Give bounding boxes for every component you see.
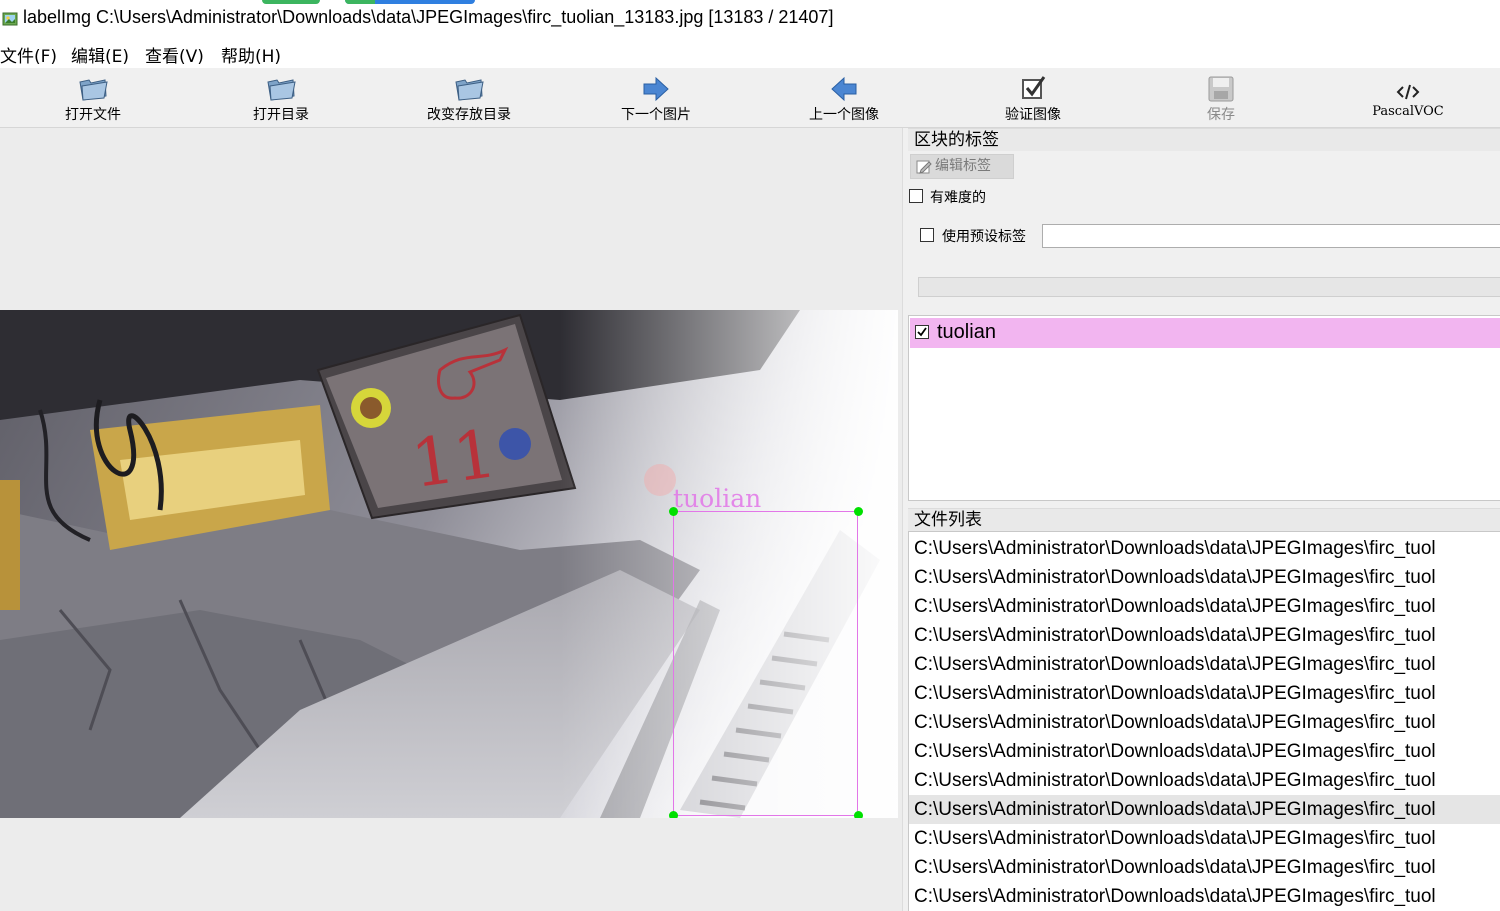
format-label: PascalVOC xyxy=(1372,104,1444,119)
file-list-item[interactable]: C:\Users\Administrator\Downloads\data\JP… xyxy=(909,824,1500,853)
open-dir-button[interactable]: 打开目录 xyxy=(221,68,341,126)
edit-label-text: 编辑标签 xyxy=(935,158,991,174)
file-list-item[interactable]: C:\Users\Administrator\Downloads\data\JP… xyxy=(909,766,1500,795)
change-save-dir-button[interactable]: 改变存放目录 xyxy=(409,68,529,126)
annotation-box[interactable] xyxy=(673,511,858,816)
annotation-vertex-top-right[interactable] xyxy=(854,507,863,516)
menu-help[interactable]: 帮助(H) xyxy=(221,42,281,67)
menu-bar: 文件(F) 编辑(E) 查看(V) 帮助(H) xyxy=(0,38,1500,68)
file-list-item-selected[interactable]: C:\Users\Administrator\Downloads\data\JP… xyxy=(909,795,1500,824)
folder-open-icon xyxy=(455,79,484,101)
open-file-label: 打开文件 xyxy=(65,107,121,123)
file-list-item[interactable]: C:\Users\Administrator\Downloads\data\JP… xyxy=(909,621,1500,650)
next-image-button[interactable]: 下一个图片 xyxy=(596,68,716,126)
annotation-label-text: tuolian xyxy=(673,484,762,513)
image-canvas[interactable]: 11 tuolian xyxy=(0,128,902,911)
file-list-item[interactable]: C:\Users\Administrator\Downloads\data\JP… xyxy=(909,563,1500,592)
next-image-label: 下一个图片 xyxy=(621,107,691,123)
arrow-right-icon xyxy=(643,76,669,102)
file-list-item[interactable]: C:\Users\Administrator\Downloads\data\JP… xyxy=(909,679,1500,708)
format-toggle-button[interactable]: PascalVOC xyxy=(1348,68,1468,126)
menu-file[interactable]: 文件(F) xyxy=(0,42,57,67)
edit-pen-icon xyxy=(916,160,932,174)
file-list-item[interactable]: C:\Users\Administrator\Downloads\data\JP… xyxy=(909,882,1500,911)
menu-view[interactable]: 查看(V) xyxy=(145,42,204,67)
annotation-vertex-bottom-left[interactable] xyxy=(669,811,678,818)
use-default-label-checkbox[interactable] xyxy=(920,228,934,242)
folder-open-icon xyxy=(267,79,296,101)
difficult-label: 有难度的 xyxy=(930,190,986,206)
save-label: 保存 xyxy=(1207,107,1235,123)
window-title: labelImg C:\Users\Administrator\Download… xyxy=(23,7,834,27)
file-panel-title: 文件列表 xyxy=(908,508,1500,531)
app-icon xyxy=(2,12,18,26)
check-mark-icon xyxy=(917,327,927,337)
file-list-item[interactable]: C:\Users\Administrator\Downloads\data\JP… xyxy=(909,853,1500,882)
menu-edit[interactable]: 编辑(E) xyxy=(71,42,129,67)
file-list-item[interactable]: C:\Users\Administrator\Downloads\data\JP… xyxy=(909,737,1500,766)
default-label-input[interactable] xyxy=(1042,224,1500,248)
save-button[interactable]: 保存 xyxy=(1161,68,1281,126)
verify-image-label: 验证图像 xyxy=(1005,107,1061,123)
open-file-button[interactable]: 打开文件 xyxy=(33,68,153,126)
annotated-photo[interactable]: 11 tuolian xyxy=(0,310,898,818)
file-list-item[interactable]: C:\Users\Administrator\Downloads\data\JP… xyxy=(909,592,1500,621)
prev-image-label: 上一个图像 xyxy=(809,107,879,123)
code-icon xyxy=(1396,84,1420,100)
edit-label-button[interactable]: 编辑标签 xyxy=(910,154,1014,179)
annotation-vertex-top-left[interactable] xyxy=(669,507,678,516)
verify-image-button[interactable]: 验证图像 xyxy=(973,68,1093,126)
file-list-item[interactable]: C:\Users\Administrator\Downloads\data\JP… xyxy=(909,708,1500,737)
right-dock: 区块的标签 编辑标签 有难度的 使用预设标签 tuolian 文件列表 C:\U… xyxy=(908,128,1500,911)
sign-number: 11 xyxy=(407,415,501,503)
checkbox-checked-icon xyxy=(1022,76,1046,99)
file-list-item[interactable]: C:\Users\Administrator\Downloads\data\JP… xyxy=(909,650,1500,679)
arrow-left-icon xyxy=(831,76,857,102)
save-icon xyxy=(1208,76,1234,102)
open-dir-label: 打开目录 xyxy=(253,107,309,123)
label-item-text: tuolian xyxy=(937,321,996,343)
taskbar-strip xyxy=(345,0,375,4)
toolbar: 打开文件 打开目录 改变存放目录 下一个图片 上一个图像 验证图像 保存 Pas… xyxy=(0,68,1500,128)
file-list: C:\Users\Administrator\Downloads\data\JP… xyxy=(908,531,1500,911)
prev-image-button[interactable]: 上一个图像 xyxy=(784,68,904,126)
use-default-label-text: 使用预设标签 xyxy=(942,229,1026,245)
taskbar-strip xyxy=(262,0,320,4)
change-save-dir-label: 改变存放目录 xyxy=(427,107,511,123)
file-list-item[interactable]: C:\Users\Administrator\Downloads\data\JP… xyxy=(909,534,1500,563)
label-list: tuolian xyxy=(908,315,1500,501)
label-list-item[interactable]: tuolian xyxy=(910,318,1500,348)
label-filter-combo[interactable] xyxy=(918,277,1500,297)
folder-open-icon xyxy=(79,79,108,101)
labels-panel-title: 区块的标签 xyxy=(908,128,1500,151)
label-visible-checkbox[interactable] xyxy=(915,325,929,339)
title-bar: labelImg C:\Users\Administrator\Download… xyxy=(0,0,1500,38)
difficult-checkbox[interactable] xyxy=(909,189,923,203)
annotation-vertex-bottom-right[interactable] xyxy=(854,811,863,818)
